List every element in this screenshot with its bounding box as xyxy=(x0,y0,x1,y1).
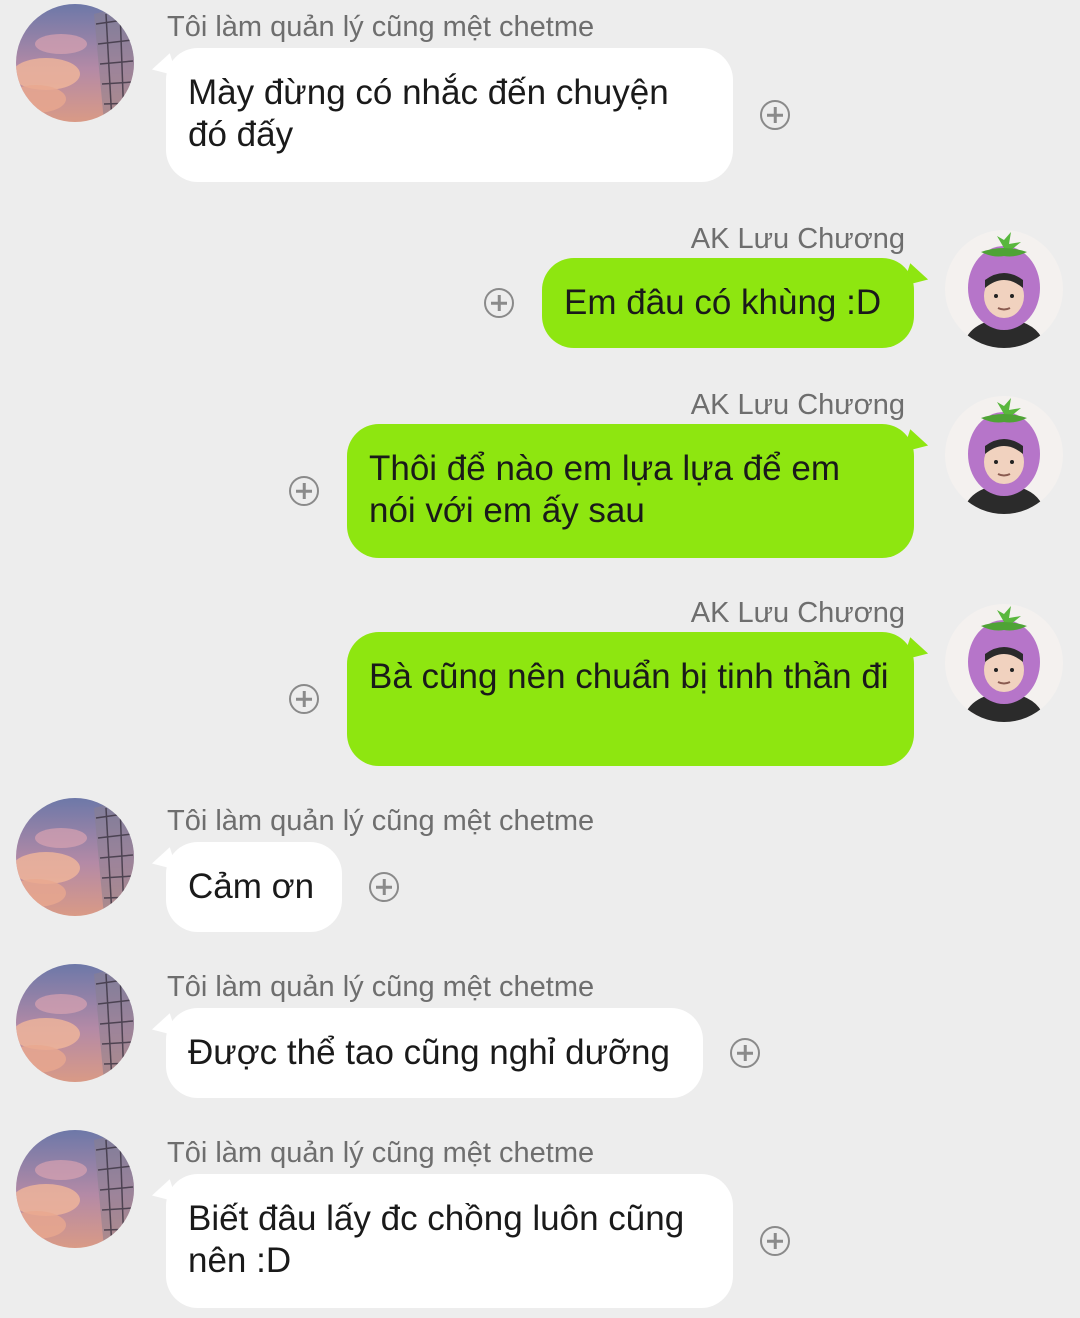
sender-avatar[interactable] xyxy=(16,4,134,122)
message-text: Biết đâu lấy đc chồng luôn cũng nên :D xyxy=(188,1199,685,1280)
sender-avatar[interactable] xyxy=(16,964,134,1082)
sender-avatar[interactable] xyxy=(16,798,134,916)
sender-name: Tôi làm quản lý cũng mệt chetme xyxy=(167,805,595,837)
sunset-building-avatar-icon xyxy=(16,964,134,1082)
sender-name: Tôi làm quản lý cũng mệt chetme xyxy=(167,971,595,1003)
sender-name: AK Lưu Chương xyxy=(690,223,905,255)
sunset-building-avatar-icon xyxy=(16,4,134,122)
message-text: Mày đừng có nhắc đến chuyện đó đấy xyxy=(188,73,669,154)
message-bubble[interactable]: Được thể tao cũng nghỉ dưỡng xyxy=(166,1008,703,1098)
add-reaction-icon[interactable] xyxy=(760,100,790,130)
sender-name: Tôi làm quản lý cũng mệt chetme xyxy=(167,1137,595,1169)
sender-avatar[interactable] xyxy=(16,1130,134,1248)
message-text: Cảm ơn xyxy=(188,867,315,906)
add-reaction-icon[interactable] xyxy=(484,288,514,318)
add-reaction-icon[interactable] xyxy=(289,476,319,506)
eggplant-hat-avatar-icon xyxy=(945,396,1063,514)
message-bubble[interactable]: Bà cũng nên chuẩn bị tinh thần đi xyxy=(347,632,914,766)
chat-thread: Tôi làm quản lý cũng mệt chetme Mày đừng… xyxy=(0,0,1080,1318)
my-avatar[interactable] xyxy=(945,396,1063,514)
eggplant-hat-avatar-icon xyxy=(945,230,1063,348)
message-text: Thôi để nào em lựa lựa để em nói với em … xyxy=(369,449,840,530)
message-text: Em đâu có khùng :D xyxy=(564,283,882,322)
message-bubble[interactable]: Biết đâu lấy đc chồng luôn cũng nên :D xyxy=(166,1174,733,1308)
sunset-building-avatar-icon xyxy=(16,1130,134,1248)
add-reaction-icon[interactable] xyxy=(369,872,399,902)
add-reaction-icon[interactable] xyxy=(730,1038,760,1068)
message-text: Bà cũng nên chuẩn bị tinh thần đi xyxy=(369,657,889,696)
add-reaction-icon[interactable] xyxy=(760,1226,790,1256)
my-avatar[interactable] xyxy=(945,604,1063,722)
my-avatar[interactable] xyxy=(945,230,1063,348)
message-bubble[interactable]: Thôi để nào em lựa lựa để em nói với em … xyxy=(347,424,914,558)
message-bubble[interactable]: Cảm ơn xyxy=(166,842,342,932)
eggplant-hat-avatar-icon xyxy=(945,604,1063,722)
message-text: Được thể tao cũng nghỉ dưỡng xyxy=(188,1033,670,1072)
sender-name: AK Lưu Chương xyxy=(690,389,905,421)
sender-name: AK Lưu Chương xyxy=(690,597,905,629)
message-bubble[interactable]: Mày đừng có nhắc đến chuyện đó đấy xyxy=(166,48,733,182)
add-reaction-icon[interactable] xyxy=(289,684,319,714)
sender-name: Tôi làm quản lý cũng mệt chetme xyxy=(167,11,595,43)
sunset-building-avatar-icon xyxy=(16,798,134,916)
message-bubble[interactable]: Em đâu có khùng :D xyxy=(542,258,914,348)
